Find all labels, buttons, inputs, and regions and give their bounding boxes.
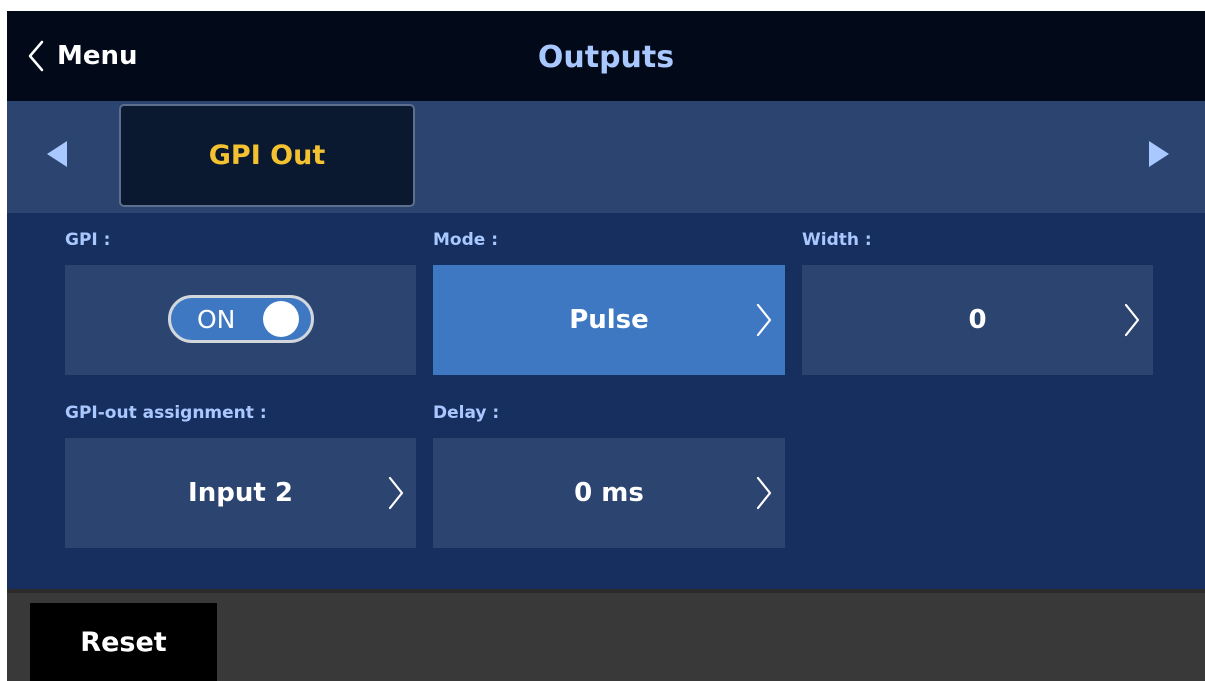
gpi-field: ON xyxy=(65,265,416,375)
tab-gpi-out[interactable]: GPI Out xyxy=(119,104,415,207)
chevron-right-icon xyxy=(756,303,772,337)
gpi-out-assignment-value: Input 2 xyxy=(188,478,293,508)
delay-label: Delay : xyxy=(433,403,500,423)
toggle-knob xyxy=(263,301,299,337)
gpi-toggle-text: ON xyxy=(197,305,236,334)
tab-bar: GPI Out xyxy=(7,101,1205,213)
gpi-out-assignment-label: GPI-out assignment : xyxy=(65,403,267,423)
mode-label: Mode : xyxy=(433,230,499,250)
chevron-left-icon xyxy=(28,40,44,72)
outputs-screen: Menu Outputs GPI Out GPI : Mode : Width … xyxy=(7,11,1205,681)
back-to-menu-button[interactable]: Menu xyxy=(27,33,138,79)
mode-value: Pulse xyxy=(569,305,649,335)
width-selector[interactable]: 0 xyxy=(802,265,1153,375)
triangle-left-icon xyxy=(47,141,67,167)
next-tab-button[interactable] xyxy=(1147,139,1171,173)
previous-tab-button[interactable] xyxy=(45,139,69,173)
back-label: Menu xyxy=(57,41,138,71)
gpi-out-assignment-selector[interactable]: Input 2 xyxy=(65,438,416,548)
delay-selector[interactable]: 0 ms xyxy=(433,438,785,548)
page-title: Outputs xyxy=(537,40,675,75)
delay-value: 0 ms xyxy=(574,478,644,508)
reset-button[interactable]: Reset xyxy=(30,603,217,681)
triangle-right-icon xyxy=(1149,141,1169,167)
width-value: 0 xyxy=(968,305,987,335)
width-label: Width : xyxy=(802,230,872,250)
header-bar: Menu Outputs xyxy=(7,11,1205,101)
chevron-right-icon xyxy=(1124,303,1140,337)
chevron-right-icon xyxy=(388,476,404,510)
gpi-label: GPI : xyxy=(65,230,111,250)
footer-bar: Reset xyxy=(7,589,1205,681)
chevron-right-icon xyxy=(756,476,772,510)
mode-selector[interactable]: Pulse xyxy=(433,265,785,375)
gpi-toggle[interactable]: ON xyxy=(168,295,314,343)
